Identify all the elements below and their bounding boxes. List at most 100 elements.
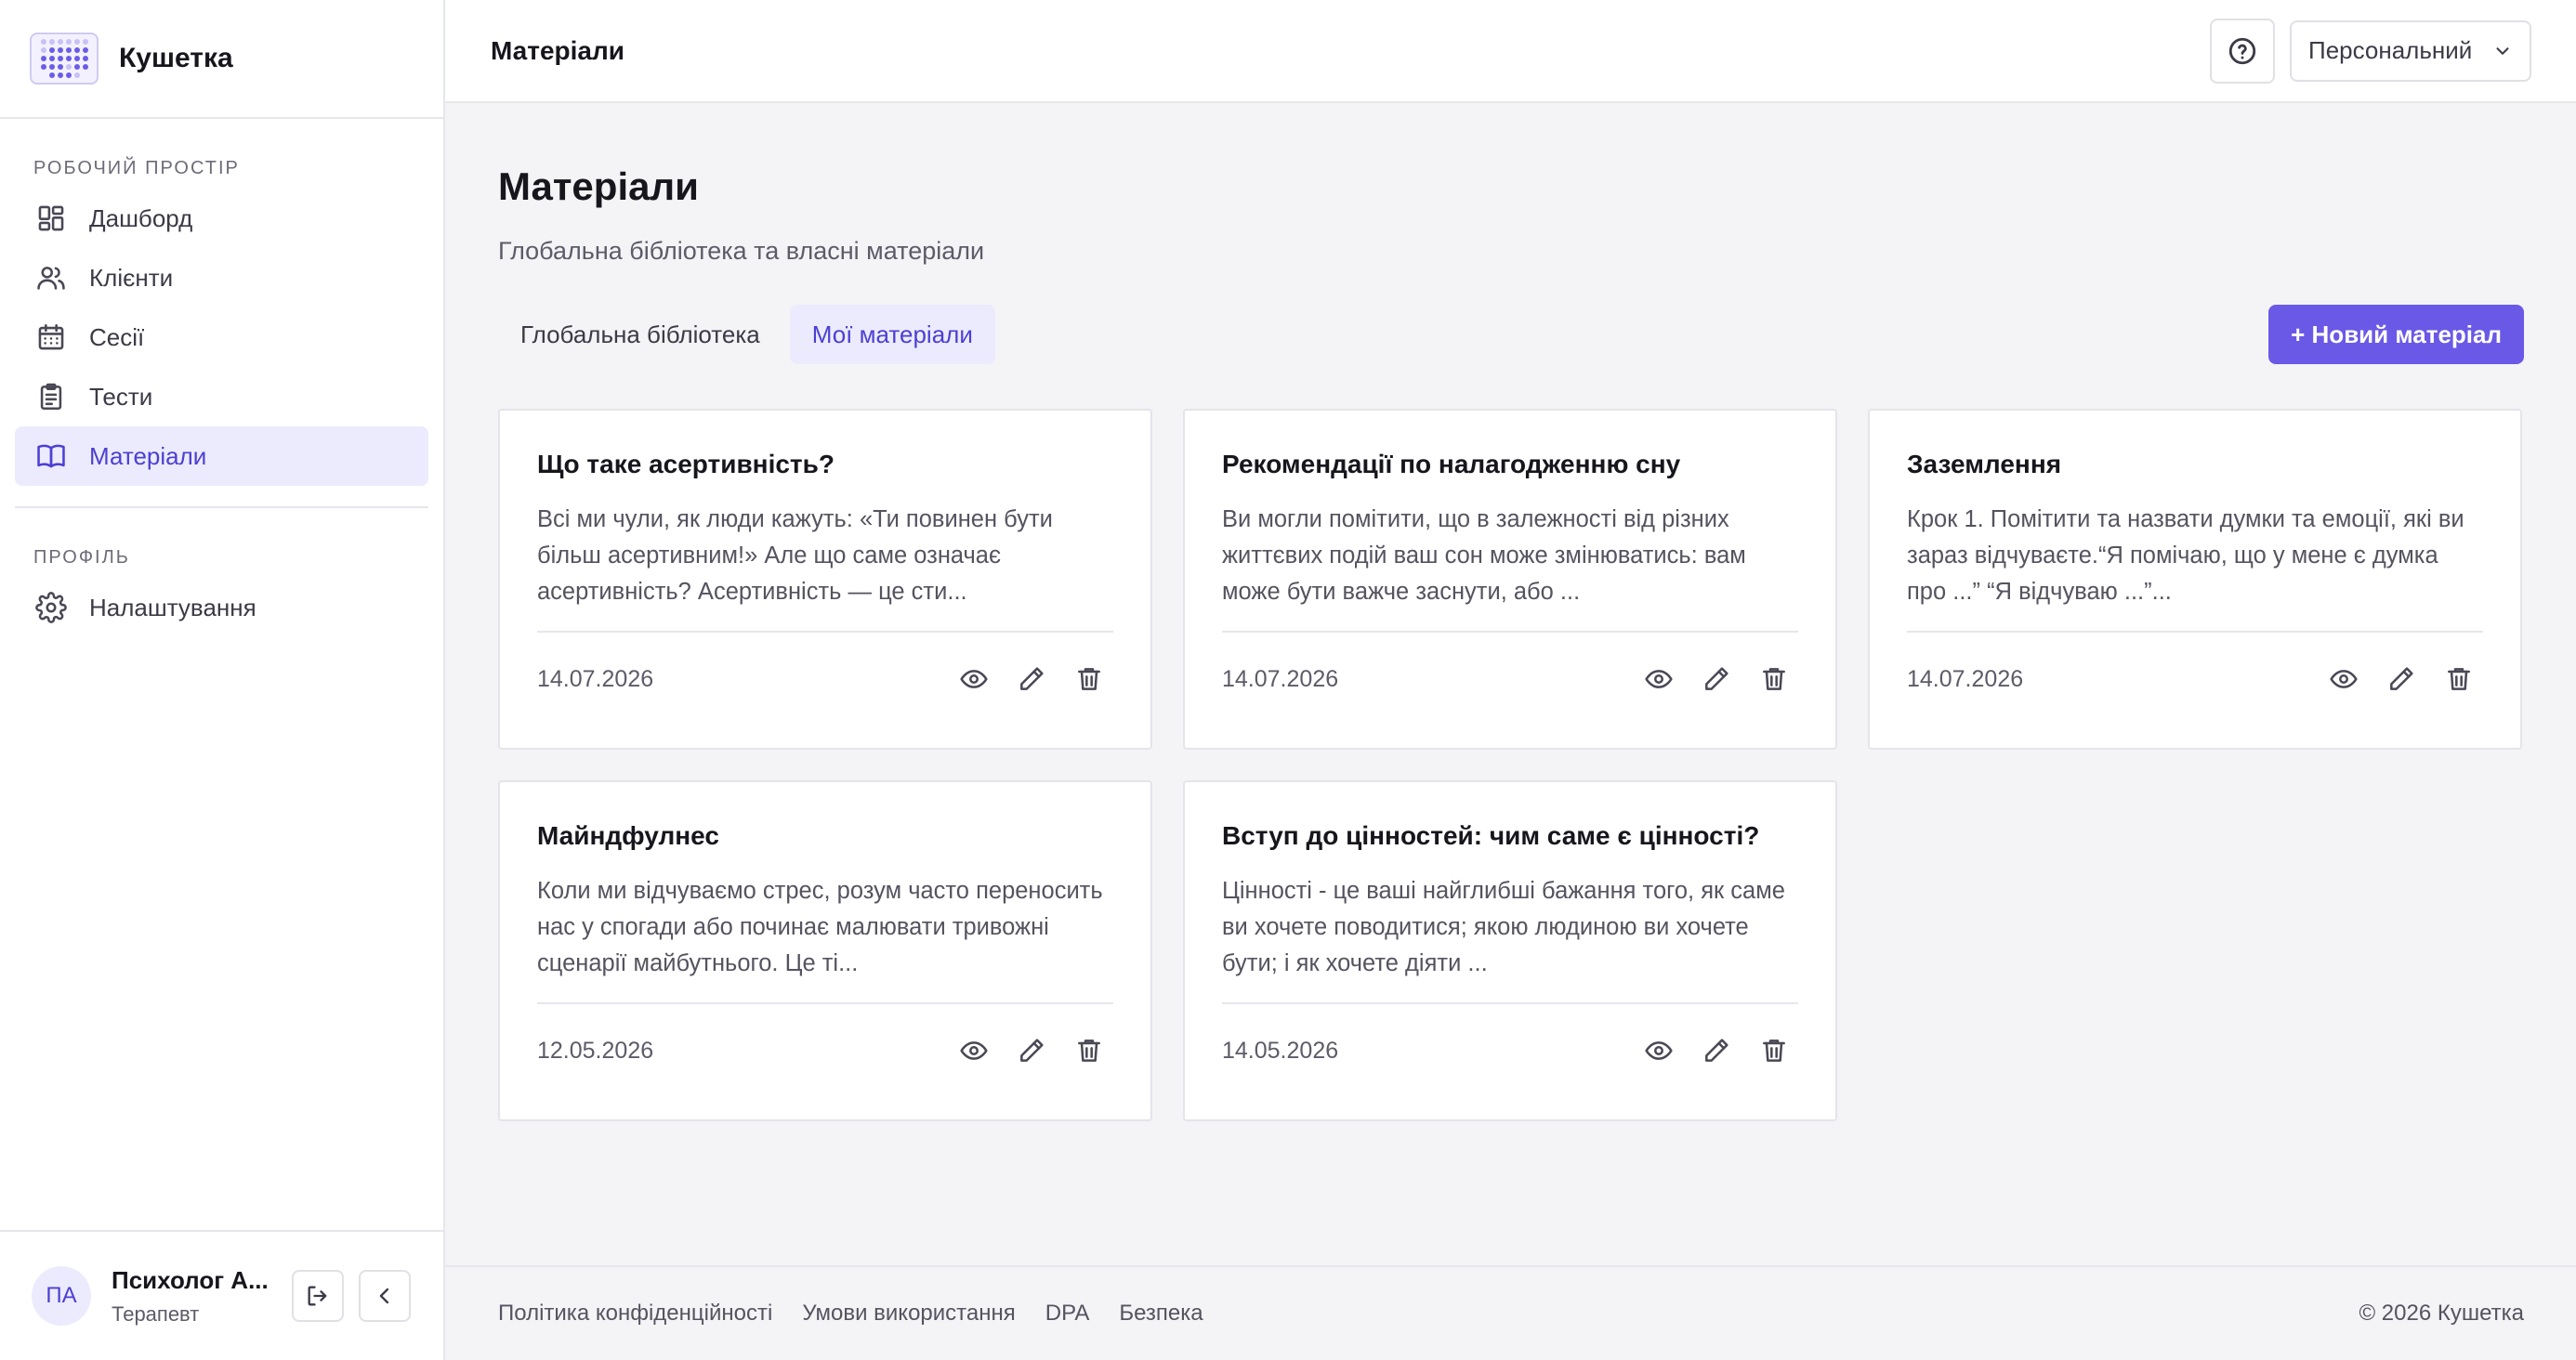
user-meta: Психолог А... Терапевт [112, 1266, 279, 1327]
sidebar-item-materials[interactable]: Матеріали [15, 426, 428, 486]
book-icon [37, 444, 65, 468]
card-actions [959, 664, 1104, 694]
workspace-nav: Робочий простір Дашборд Клієнти Сесії Те… [0, 119, 443, 486]
dashboard-icon [38, 205, 64, 231]
topbar-actions: Персональний [2210, 18, 2531, 84]
logout-button[interactable] [292, 1270, 344, 1322]
eye-icon[interactable] [959, 664, 989, 694]
card-actions [2329, 664, 2474, 694]
sidebar: Кушетка Робочий простір Дашборд Клієнти … [0, 0, 445, 1360]
material-card[interactable]: Заземлення Крок 1. Помітити та назвати д… [1868, 409, 2522, 750]
users-icon [37, 267, 65, 290]
material-date: 14.05.2026 [1222, 1037, 1339, 1064]
topbar: Матеріали Персональний [445, 0, 2576, 103]
material-date: 14.07.2026 [1907, 665, 2024, 692]
brand-logo-icon [30, 33, 99, 85]
footer-link-dpa[interactable]: DPA [1045, 1301, 1090, 1327]
material-card[interactable]: Рекомендації по налагодженню сну Ви могл… [1183, 409, 1837, 750]
sidebar-item-settings[interactable]: Налаштування [15, 578, 428, 637]
pencil-icon[interactable] [1017, 664, 1046, 694]
footer-link-privacy[interactable]: Політика конфіденційності [498, 1301, 772, 1327]
workspace-section-label: Робочий простір [33, 158, 240, 178]
pencil-icon[interactable] [1702, 664, 1731, 694]
pencil-icon[interactable] [1017, 1036, 1046, 1066]
trash-icon[interactable] [1759, 1036, 1789, 1066]
material-title: Вступ до цінностей: чим саме є цінності? [1222, 821, 1760, 850]
page-content: Матеріали Глобальна бібліотека та власні… [445, 103, 2576, 1121]
help-button[interactable] [2210, 18, 2275, 84]
sidebar-item-label: Клієнти [89, 263, 174, 292]
card-footer: 14.07.2026 [1907, 633, 2483, 726]
topbar-title: Матеріали [491, 35, 624, 65]
eye-icon[interactable] [959, 1036, 989, 1066]
sidebar-item-label: Матеріали [89, 441, 207, 470]
workspace-select-value: Персональний [2308, 36, 2473, 64]
sidebar-item-tests[interactable]: Тести [15, 367, 428, 426]
copyright: © 2026 Кушетка [2359, 1301, 2524, 1326]
clipboard-icon [40, 383, 62, 411]
trash-icon[interactable] [1074, 664, 1104, 694]
material-card[interactable]: Що таке асертивність? Всі ми чули, як лю… [498, 409, 1152, 750]
sidebar-item-clients[interactable]: Клієнти [15, 248, 428, 307]
brand-name: Кушетка [119, 43, 233, 73]
material-excerpt: Коли ми відчуваємо стрес, розум часто пе… [537, 878, 1103, 976]
chevron-left-icon [379, 1288, 389, 1304]
footer-link-security[interactable]: Безпека [1119, 1301, 1203, 1327]
logout-icon [308, 1286, 327, 1306]
material-title: Рекомендації по налагодженню сну [1222, 450, 1681, 478]
eye-icon[interactable] [2329, 664, 2359, 694]
card-footer: 12.05.2026 [537, 1004, 1113, 1097]
card-actions [1644, 1036, 1789, 1066]
eye-icon[interactable] [1644, 664, 1674, 694]
user-role: Терапевт [112, 1301, 200, 1326]
profile-nav: Профіль Налаштування [0, 508, 443, 637]
trash-icon[interactable] [1759, 664, 1789, 694]
trash-icon[interactable] [1074, 1036, 1104, 1066]
card-footer: 14.07.2026 [1222, 633, 1798, 726]
sidebar-item-label: Сесії [89, 322, 145, 351]
brand[interactable]: Кушетка [0, 0, 443, 119]
tab-global-library[interactable]: Глобальна бібліотека [498, 305, 782, 364]
main-area: Матеріали Персональний Матеріали Глобаль… [445, 0, 2576, 1360]
workspace-select[interactable]: Персональний [2290, 20, 2531, 82]
material-date: 14.07.2026 [537, 665, 654, 692]
pencil-icon[interactable] [2386, 664, 2416, 694]
tab-my-materials[interactable]: Мої матеріали [789, 305, 995, 364]
material-excerpt: Всі ми чули, як люди кажуть: «Ти повинен… [537, 506, 1053, 605]
collapse-sidebar-button[interactable] [359, 1270, 411, 1322]
trash-icon[interactable] [2444, 664, 2474, 694]
material-excerpt: Ви могли помітити, що в залежності від р… [1222, 506, 1746, 605]
card-actions [1644, 664, 1789, 694]
footer-link-terms[interactable]: Умови використання [802, 1301, 1015, 1327]
material-title: Заземлення [1907, 450, 2062, 478]
sidebar-item-dashboard[interactable]: Дашборд [15, 189, 428, 248]
material-card[interactable]: Вступ до цінностей: чим саме є цінності?… [1183, 780, 1837, 1121]
material-card[interactable]: Майндфулнес Коли ми відчуваємо стрес, ро… [498, 780, 1152, 1121]
eye-icon[interactable] [1644, 1036, 1674, 1066]
user-panel: ПА Психолог А... Терапевт [0, 1230, 443, 1360]
chevron-down-icon [2496, 46, 2509, 55]
material-title: Майндфулнес [537, 821, 719, 850]
user-actions [292, 1270, 411, 1322]
new-material-button[interactable]: + Новий матеріал [2268, 305, 2524, 364]
material-date: 12.05.2026 [537, 1037, 654, 1064]
pencil-icon[interactable] [1702, 1036, 1731, 1066]
material-date: 14.07.2026 [1222, 665, 1339, 692]
material-excerpt: Крок 1. Помітити та назвати думки та емо… [1907, 506, 2464, 605]
card-footer: 14.05.2026 [1222, 1004, 1798, 1097]
avatar[interactable]: ПА [32, 1266, 91, 1326]
sidebar-item-label: Тести [89, 382, 153, 411]
sidebar-item-label: Налаштування [89, 593, 256, 621]
sidebar-item-sessions[interactable]: Сесії [15, 307, 428, 367]
sidebar-item-label: Дашборд [89, 203, 193, 232]
tabs-row: Глобальна бібліотека Мої матеріали + Нов… [498, 305, 2524, 364]
page-footer: Політика конфіденційності Умови використ… [445, 1265, 2576, 1360]
user-name: Психолог А... [112, 1265, 269, 1294]
calendar-icon [38, 323, 64, 350]
help-circle-icon [2228, 37, 2256, 64]
profile-section-label: Профіль [33, 547, 130, 568]
material-excerpt: Цінності - це ваші найглибші бажання тог… [1222, 878, 1785, 976]
card-actions [959, 1036, 1104, 1066]
materials-grid: Що таке асертивність? Всі ми чули, як лю… [498, 409, 2524, 1121]
page-subtitle: Глобальна бібліотека та власні матеріали [498, 237, 985, 265]
